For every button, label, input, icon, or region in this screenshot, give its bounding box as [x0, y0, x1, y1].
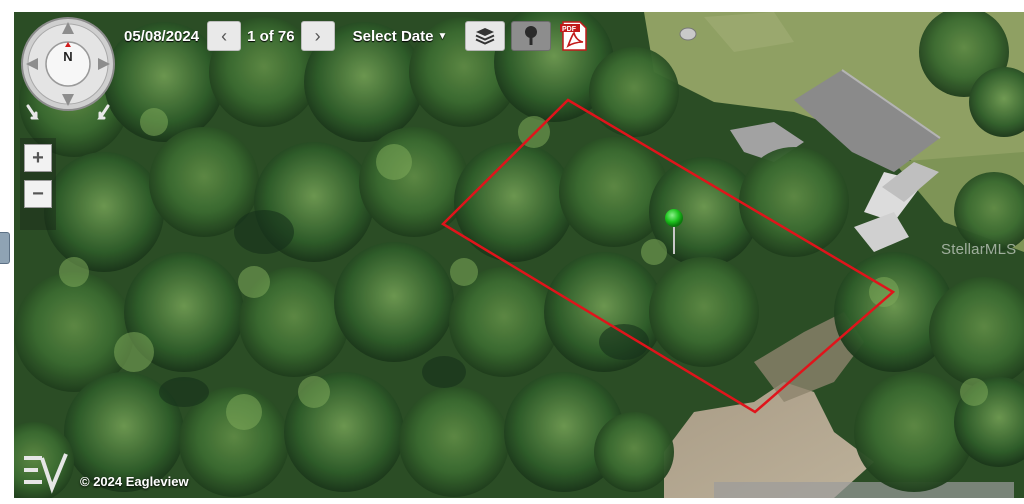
aerial-imagery: [14, 12, 1024, 498]
aerial-map[interactable]: 05/08/2024 ‹ 1 of 76 › Select Date ▼ PDF…: [14, 12, 1024, 498]
capture-date: 05/08/2024: [124, 27, 200, 45]
zoom-out-button[interactable]: −: [24, 180, 52, 208]
previous-image-button[interactable]: ‹: [207, 21, 242, 51]
pdf-icon: PDF: [560, 21, 588, 51]
compass-control[interactable]: N: [20, 16, 116, 112]
imagery-toolbar: 05/08/2024 ‹ 1 of 76 › Select Date ▼ PDF: [124, 14, 602, 58]
layers-button[interactable]: [465, 21, 506, 51]
map-pin-icon[interactable]: [663, 208, 685, 256]
eagleview-logo-icon: [24, 453, 68, 494]
rotate-arrows[interactable]: [22, 104, 114, 128]
north-label: N: [63, 49, 72, 64]
chevron-left-icon: ‹: [221, 25, 228, 46]
keyhole-pin-icon: [525, 26, 538, 45]
select-date-dropdown[interactable]: Select Date ▼: [353, 28, 448, 45]
compass-icon: N: [21, 17, 115, 111]
copyright-text: © 2024 Eagleview: [80, 474, 189, 489]
next-image-button[interactable]: ›: [300, 21, 335, 51]
bottom-margin: [0, 498, 1024, 504]
chevron-right-icon: ›: [314, 25, 321, 46]
caret-down-icon: ▼: [437, 31, 448, 43]
mls-watermark: StellarMLS: [941, 241, 1017, 258]
location-button[interactable]: [511, 21, 552, 51]
zoom-in-button[interactable]: +: [24, 144, 52, 172]
layers-icon: [475, 28, 495, 45]
side-panel-tab[interactable]: [0, 232, 10, 264]
zoom-controls: + −: [20, 138, 56, 230]
image-counter: 1 of 76: [247, 27, 295, 45]
select-date-label: Select Date: [352, 27, 434, 45]
pdf-export-button[interactable]: PDF: [557, 20, 591, 52]
